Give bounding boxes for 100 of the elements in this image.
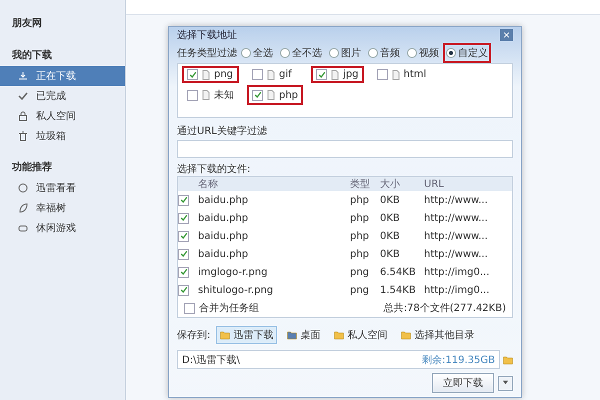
radio-dot[interactable] xyxy=(280,48,290,58)
checkbox[interactable] xyxy=(187,69,198,80)
type-option[interactable]: php xyxy=(247,85,304,106)
checkbox[interactable] xyxy=(178,248,189,260)
checkmark-icon xyxy=(180,214,188,222)
url-filter-label: 通过URL关键字过滤 xyxy=(177,124,268,138)
sidebar-item[interactable]: 幸福树 xyxy=(0,198,125,218)
sidebar-item[interactable]: 正在下载 xyxy=(0,66,125,86)
checkmark-icon xyxy=(180,286,188,294)
table-cell-text: 6.54KB xyxy=(380,266,417,278)
checkbox[interactable] xyxy=(178,230,189,242)
column-header: 大小 xyxy=(380,178,401,191)
section-heading: 我的下载 xyxy=(10,48,53,63)
checkbox[interactable] xyxy=(178,266,189,278)
table-cell-text: http://img0... xyxy=(424,284,490,296)
table-cell-text: baidu.php xyxy=(198,212,250,224)
save-location-option[interactable]: 选择其他目录 xyxy=(397,326,478,344)
file-icon xyxy=(266,90,276,100)
save-location-option[interactable]: 迅雷下载 xyxy=(216,326,278,344)
trash-icon xyxy=(18,131,28,141)
filter-label: 任务类型过滤 xyxy=(177,46,237,60)
path-field[interactable]: D:\迅雷下载\ 剩余:119.35GB xyxy=(177,350,500,369)
table-cell-text: http://www... xyxy=(424,194,489,206)
checkmark-icon xyxy=(254,91,262,100)
checkbox[interactable] xyxy=(178,194,189,206)
table-cell-text: baidu.php xyxy=(198,194,250,206)
checkbox[interactable] xyxy=(252,90,263,101)
save-location-option[interactable]: 桌面 xyxy=(283,326,324,344)
table-cell-text: png xyxy=(350,266,370,278)
merge-label: 合并为任务组 xyxy=(199,302,259,315)
table-cell-text: http://www... xyxy=(424,230,489,242)
column-header: 名称 xyxy=(198,178,219,191)
table-cell-text: shitulogo-r.png xyxy=(198,284,274,296)
checkmark-icon xyxy=(18,91,28,101)
radio-dot[interactable] xyxy=(329,48,339,58)
table-cell-text: 0KB xyxy=(380,194,401,206)
download-button[interactable]: 立即下载 xyxy=(432,373,494,393)
gamepad-icon xyxy=(18,223,28,233)
save-location-option[interactable]: 私人空间 xyxy=(330,326,392,344)
radio-dot[interactable] xyxy=(241,48,251,58)
leaf-icon xyxy=(18,203,28,213)
radio-option[interactable]: 视频 xyxy=(404,43,442,64)
checkbox[interactable] xyxy=(178,284,189,296)
type-option[interactable]: gif xyxy=(247,66,304,84)
radio-option[interactable]: 全选 xyxy=(238,43,276,64)
table-cell-text: http://www... xyxy=(424,248,489,260)
radio-option[interactable]: 全不选 xyxy=(277,43,325,64)
folder-icon xyxy=(401,330,412,340)
table-cell-text: baidu.php xyxy=(198,248,250,260)
checkbox[interactable] xyxy=(178,212,189,224)
file-icon xyxy=(266,70,276,80)
table-cell-text: 1.54KB xyxy=(380,284,417,296)
checkmark-icon xyxy=(180,232,188,240)
table-cell-text: png xyxy=(350,284,370,296)
sidebar-item[interactable]: 私人空间 xyxy=(0,106,125,126)
table-cell-text: php xyxy=(350,212,370,224)
file-icon xyxy=(330,70,340,80)
table-cell-text: baidu.php xyxy=(198,230,250,242)
checkbox[interactable] xyxy=(376,69,388,80)
caret-button[interactable] xyxy=(498,376,513,390)
dialog-title: 选择下载地址 xyxy=(177,28,237,42)
checkbox[interactable] xyxy=(316,69,328,80)
table-cell-text: http://www... xyxy=(424,212,489,224)
radio-option[interactable]: 音频 xyxy=(365,43,403,64)
radio-option[interactable]: 图片 xyxy=(326,43,364,64)
folder-icon xyxy=(287,330,298,340)
checkmark-icon xyxy=(318,70,326,79)
checkbox[interactable] xyxy=(184,302,195,314)
table-cell-text: 0KB xyxy=(380,248,401,260)
files-label: 选择下载的文件: xyxy=(177,162,252,176)
sidebar-item[interactable]: 垃圾箱 xyxy=(0,126,125,146)
free-space-text: 剩余:119.35GB xyxy=(422,354,495,366)
download-icon xyxy=(18,71,28,81)
table-cell-text: http://img0... xyxy=(424,266,490,278)
table-cell-text: php xyxy=(350,194,370,206)
radio-dot[interactable] xyxy=(407,48,417,58)
file-icon xyxy=(201,70,211,80)
total-text: 总共:78个文件(277.42KB) xyxy=(384,302,506,315)
table-cell-text: php xyxy=(350,230,370,242)
checkbox[interactable] xyxy=(187,90,198,101)
sidebar-item[interactable]: 休闲游戏 xyxy=(0,218,125,238)
radio-dot[interactable] xyxy=(446,48,456,58)
caret-icon xyxy=(502,378,509,386)
type-option[interactable]: jpg xyxy=(311,66,364,84)
close-button[interactable]: × xyxy=(500,29,513,42)
type-option[interactable]: 未知 xyxy=(182,85,239,106)
url-filter-input[interactable] xyxy=(177,140,513,158)
checkmark-icon xyxy=(188,70,196,79)
type-option[interactable]: png xyxy=(182,66,239,84)
table-cell-text: 0KB xyxy=(380,212,401,224)
radio-dot[interactable] xyxy=(368,48,378,58)
folder-icon xyxy=(334,330,344,340)
checkbox[interactable] xyxy=(252,69,263,80)
sidebar-item[interactable]: 已完成 xyxy=(0,86,125,106)
type-option[interactable]: html xyxy=(372,66,432,84)
column-header: URL xyxy=(424,178,445,190)
checkmark-icon xyxy=(180,196,188,204)
sidebar-item[interactable]: 迅雷看看 xyxy=(0,178,125,198)
save-label: 保存到: xyxy=(177,329,210,342)
checkmark-icon xyxy=(180,250,188,258)
